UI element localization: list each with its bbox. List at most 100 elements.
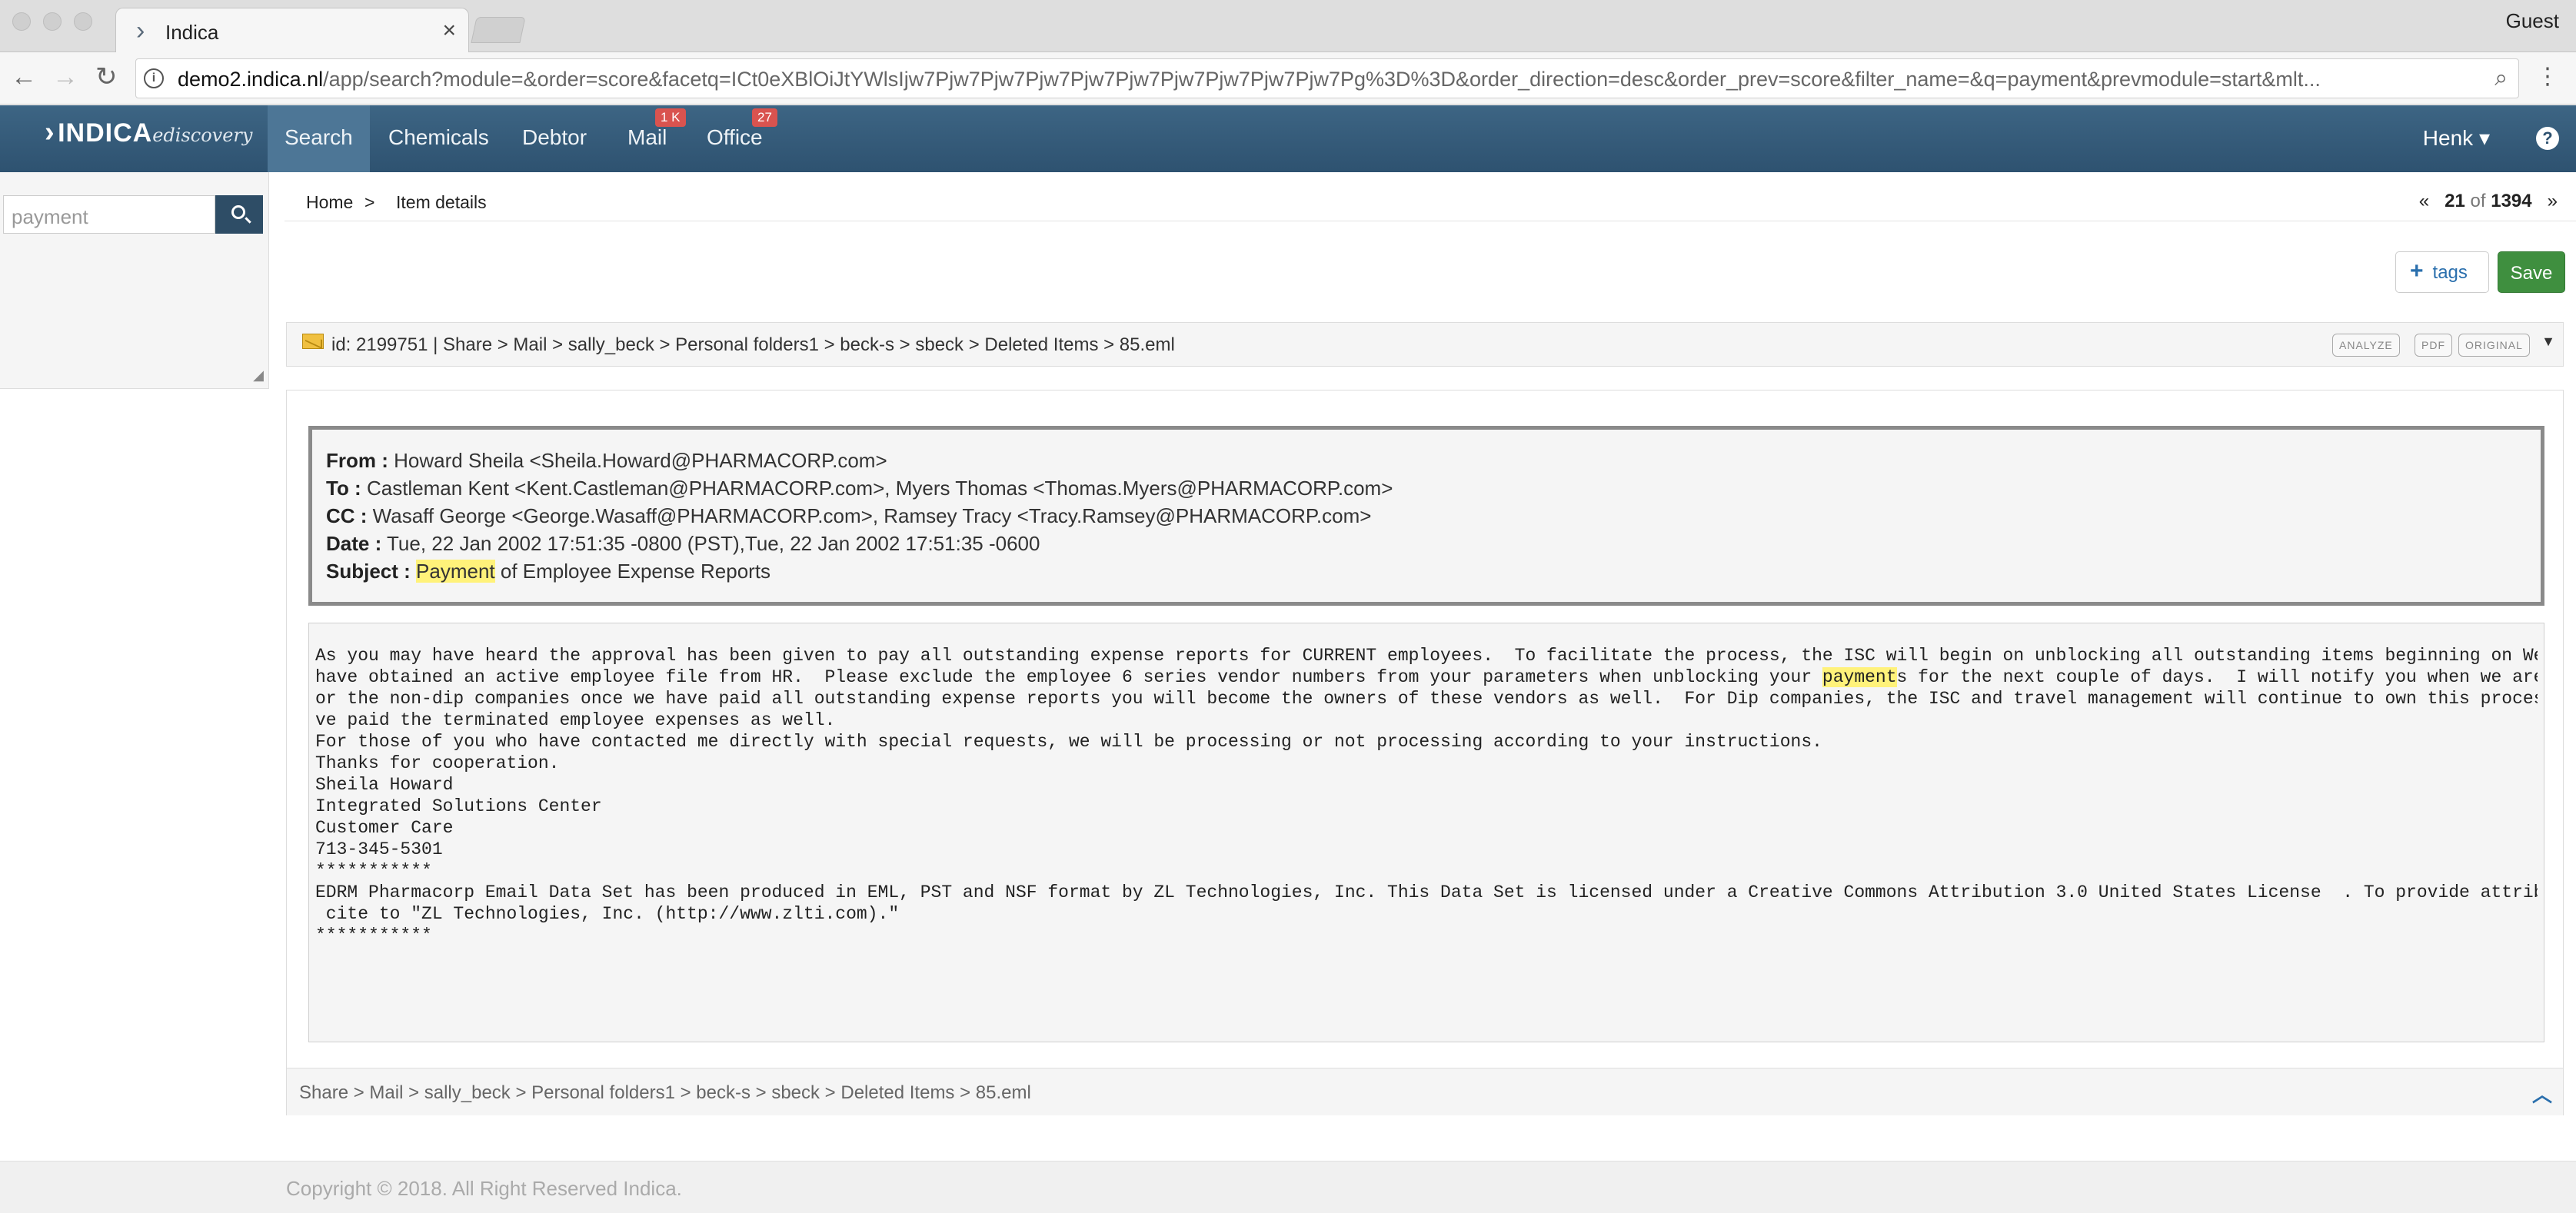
body-line: Integrated Solutions Center — [315, 796, 602, 816]
nav-debtor[interactable]: Debtor — [505, 105, 604, 172]
browser-menu-icon[interactable]: ⋮ — [2536, 63, 2559, 90]
profile-label[interactable]: Guest — [2506, 9, 2559, 33]
office-count-badge: 27 — [752, 108, 777, 127]
collapse-chevron-icon[interactable]: ︿ — [2532, 1079, 2552, 1108]
nav-search[interactable]: Search — [268, 105, 370, 172]
body-line: ve paid the terminated employee expenses… — [315, 710, 836, 730]
footer-path-text: Share > Mail > sally_beck > Personal fol… — [299, 1082, 1031, 1103]
breadcrumb-home[interactable]: Home — [306, 192, 353, 213]
cc-value: Wasaff George <George.Wasaff@PHARMACORP.… — [372, 504, 1372, 527]
body-line: Customer Care — [315, 818, 454, 838]
pager-total: 1394 — [2491, 191, 2532, 211]
add-tags-button[interactable]: + tags — [2395, 251, 2489, 293]
browser-tab-bar: › Indica × Guest — [0, 0, 2576, 53]
url-path: /app/search?module=&order=score&facetq=I… — [323, 68, 2321, 91]
to-label: To : — [326, 477, 361, 500]
email-to-line: To : Castleman Kent <Kent.Castleman@PHAR… — [326, 474, 2527, 502]
body-line: 713-345-5301 — [315, 839, 443, 859]
user-menu[interactable]: Henk ▾ — [2423, 125, 2490, 151]
browser-toolbar: ← → ↻ i demo2.indica.nl/app/search?modul… — [0, 52, 2576, 105]
breadcrumb-current: Item details — [396, 192, 487, 212]
analyze-button[interactable]: ANALYZE — [2332, 334, 2400, 357]
zoom-magnifier-icon[interactable]: ⌕ — [2494, 65, 2508, 91]
item-path-bar: id: 2199751 | Share > Mail > sally_beck … — [286, 322, 2564, 367]
email-body: As you may have heard the approval has b… — [308, 623, 2544, 1042]
indica-logo[interactable]: › INDICAediscovery — [45, 116, 252, 149]
email-subject-line: Subject : Payment of Employee Expense Re… — [326, 557, 2527, 585]
pager-prev-icon[interactable]: « — [2419, 191, 2429, 211]
sidebar-search-input[interactable]: payment — [3, 195, 215, 234]
document-footer: Share > Mail > sally_beck > Personal fol… — [287, 1068, 2563, 1115]
email-from-line: From : Howard Sheila <Sheila.Howard@PHAR… — [326, 447, 2527, 474]
body-line: Thanks for cooperation. — [315, 753, 560, 773]
body-line: cite to "ZL Technologies, Inc. (http://w… — [315, 904, 900, 924]
body-line-with-highlight: have obtained an active employee file fr… — [315, 666, 2538, 688]
app-navbar: › INDICAediscovery Search Chemicals Debt… — [0, 105, 2576, 172]
body-line: or the non-dip companies once we have pa… — [315, 689, 2538, 709]
left-sidebar: payment ◢ — [0, 172, 269, 389]
logo-chevron-icon: › — [45, 116, 55, 148]
save-button[interactable]: Save — [2498, 251, 2565, 293]
dropdown-caret-icon[interactable]: ▼ — [2541, 334, 2555, 350]
window-close-dot[interactable] — [12, 12, 31, 31]
breadcrumb: Home > Item details « 21 of 1394 » — [285, 172, 2576, 221]
body-line-end: s for the next couple of days. I will no… — [1896, 667, 2538, 687]
from-label: From : — [326, 449, 388, 472]
page-footer: Copyright © 2018. All Right Reserved Ind… — [0, 1161, 2576, 1213]
item-path-text: id: 2199751 | Share > Mail > sally_beck … — [331, 334, 1175, 355]
body-line: *********** — [315, 861, 432, 881]
tab-title: Indica — [165, 21, 219, 44]
mail-count-badge: 1 K — [655, 108, 686, 127]
original-button[interactable]: ORIGINAL — [2458, 334, 2530, 357]
indica-favicon-icon: › — [136, 16, 145, 45]
nav-mail-label: Mail — [627, 125, 667, 149]
back-arrow-icon[interactable]: ← — [11, 63, 37, 91]
nav-office-label: Office — [707, 125, 763, 149]
reload-icon[interactable]: ↻ — [95, 63, 118, 91]
body-line: EDRM Pharmacorp Email Data Set has been … — [315, 882, 2538, 902]
result-pager: « 21 of 1394 » — [2419, 191, 2558, 212]
body-search-highlight: payment — [1822, 667, 1897, 687]
email-envelope-icon — [302, 334, 324, 349]
email-header: From : Howard Sheila <Sheila.Howard@PHAR… — [308, 426, 2544, 606]
from-value: Howard Sheila <Sheila.Howard@PHARMACORP.… — [394, 449, 887, 472]
forward-arrow-icon[interactable]: → — [52, 63, 78, 91]
body-line: Sheila Howard — [315, 775, 454, 795]
pager-of: of — [2470, 191, 2486, 211]
date-label: Date : — [326, 532, 382, 555]
date-value: Tue, 22 Jan 2002 17:51:35 -0800 (PST),Tu… — [387, 532, 1040, 555]
email-cc-line: CC : Wasaff George <George.Wasaff@PHARMA… — [326, 502, 2527, 530]
browser-tab-indica[interactable]: › Indica × — [115, 8, 469, 53]
document-panel: From : Howard Sheila <Sheila.Howard@PHAR… — [286, 390, 2564, 1115]
to-value: Castleman Kent <Kent.Castleman@PHARMACOR… — [366, 477, 1393, 500]
body-line-start: have obtained an active employee file fr… — [315, 667, 1822, 687]
email-date-line: Date : Tue, 22 Jan 2002 17:51:35 -0800 (… — [326, 530, 2527, 557]
subject-label: Subject : — [326, 560, 411, 583]
tab-close-icon[interactable]: × — [442, 18, 456, 44]
nav-chemicals[interactable]: Chemicals — [371, 105, 506, 172]
breadcrumb-separator: > — [364, 192, 375, 212]
window-minimize-dot[interactable] — [43, 12, 62, 31]
body-line: As you may have heard the approval has b… — [315, 646, 2538, 666]
resize-handle-icon[interactable]: ◢ — [253, 367, 264, 384]
body-line: For those of you who have contacted me d… — [315, 732, 1822, 752]
pager-next-icon[interactable]: » — [2548, 191, 2558, 211]
subject-value: of Employee Expense Reports — [494, 560, 771, 583]
url-text[interactable]: demo2.indica.nl/app/search?module=&order… — [178, 68, 2484, 91]
copyright-text: Copyright © 2018. All Right Reserved Ind… — [286, 1177, 682, 1200]
help-icon[interactable]: ? — [2536, 127, 2559, 150]
new-tab-button[interactable] — [471, 17, 526, 43]
pdf-button[interactable]: PDF — [2415, 334, 2452, 357]
search-button[interactable] — [215, 195, 263, 234]
address-bar[interactable]: i demo2.indica.nl/app/search?module=&ord… — [135, 58, 2519, 98]
cc-label: CC : — [326, 504, 368, 527]
tags-label: tags — [2432, 262, 2468, 283]
pager-current: 21 — [2445, 191, 2465, 211]
window-maximize-dot[interactable] — [74, 12, 92, 31]
site-info-icon[interactable]: i — [144, 68, 164, 88]
plus-icon: + — [2410, 258, 2424, 284]
url-host: demo2.indica.nl — [178, 68, 324, 91]
brand-subtitle: ediscovery — [152, 125, 253, 146]
brand-name: INDICA — [58, 118, 153, 148]
search-icon — [231, 205, 245, 219]
